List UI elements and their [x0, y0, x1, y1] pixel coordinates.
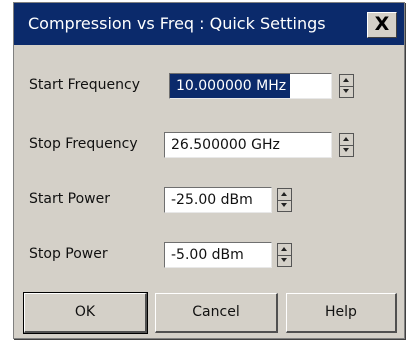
stop-frequency-decrement-button[interactable] — [340, 145, 353, 156]
chevron-up-icon — [343, 137, 349, 141]
stop-power-input[interactable]: -5.00 dBm — [164, 242, 272, 268]
chevron-down-icon — [281, 203, 287, 207]
title-bar[interactable]: Compression vs Freq : Quick Settings X — [14, 3, 404, 45]
chevron-up-icon — [281, 247, 287, 251]
chevron-up-icon — [343, 78, 349, 82]
ok-button[interactable]: OK — [23, 292, 148, 334]
stop-frequency-input[interactable]: 26.500000 GHz — [164, 132, 332, 158]
start-power-decrement-button[interactable] — [278, 200, 291, 211]
start-power-label: Start Power — [29, 191, 110, 207]
stop-power-spinner[interactable] — [277, 243, 292, 267]
chevron-up-icon — [281, 192, 287, 196]
start-frequency-decrement-button[interactable] — [340, 86, 353, 97]
chevron-down-icon — [281, 258, 287, 262]
start-frequency-value: 10.000000 MHz — [170, 74, 291, 98]
start-frequency-spinner[interactable] — [339, 74, 354, 98]
stop-power-decrement-button[interactable] — [278, 255, 291, 266]
help-button[interactable]: Help — [286, 293, 397, 333]
start-frequency-label: Start Frequency — [29, 77, 140, 93]
chevron-down-icon — [343, 89, 349, 93]
cancel-button[interactable]: Cancel — [155, 293, 278, 333]
stop-frequency-spinner[interactable] — [339, 133, 354, 157]
chevron-down-icon — [343, 148, 349, 152]
start-frequency-input[interactable]: 10.000000 MHz — [169, 73, 332, 99]
start-power-spinner[interactable] — [277, 188, 292, 212]
quick-settings-dialog: Compression vs Freq : Quick Settings X S… — [13, 2, 405, 339]
window-title: Compression vs Freq : Quick Settings — [28, 14, 326, 33]
start-power-input[interactable]: -25.00 dBm — [164, 187, 272, 213]
close-icon: X — [374, 13, 390, 35]
stop-frequency-label: Stop Frequency — [29, 136, 138, 152]
stop-power-label: Stop Power — [29, 246, 108, 262]
close-button[interactable]: X — [367, 12, 397, 38]
